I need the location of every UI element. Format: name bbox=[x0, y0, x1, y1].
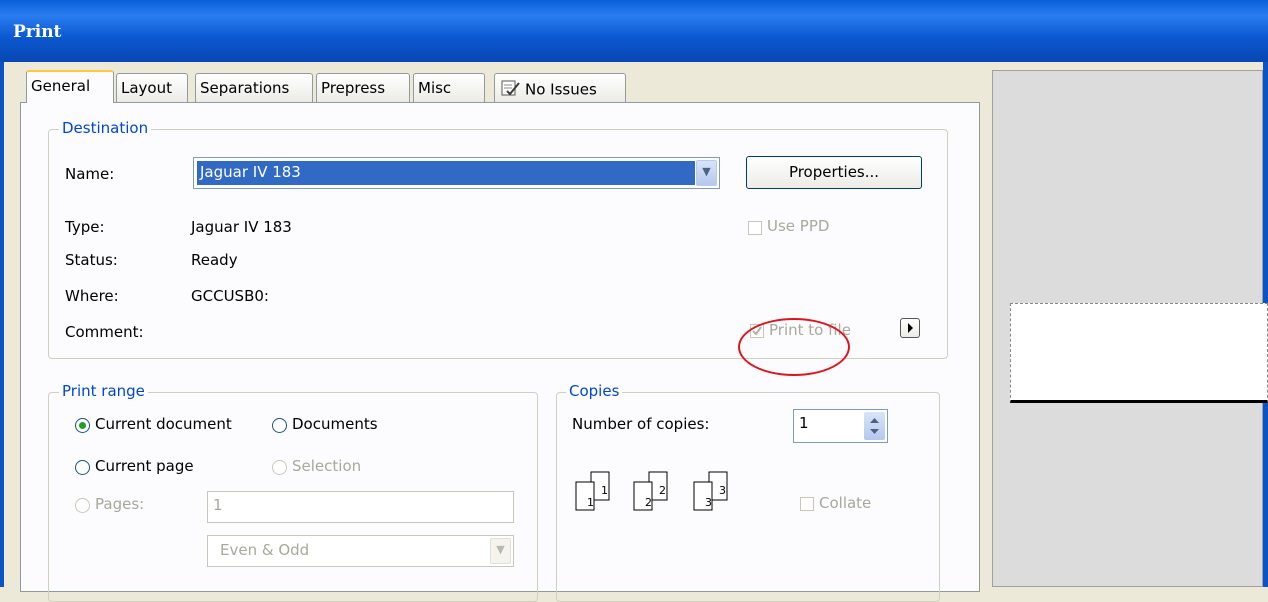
even-odd-value: Even & Odd bbox=[220, 541, 310, 559]
selection-radio[interactable] bbox=[272, 460, 287, 475]
status-value: Ready bbox=[191, 251, 238, 269]
collate-illustration-icon: 1 1 2 2 3 3 bbox=[573, 470, 753, 522]
status-label: Status: bbox=[65, 251, 118, 269]
preview-page bbox=[1010, 303, 1268, 403]
tab-general[interactable]: General bbox=[26, 70, 114, 103]
highlight-annotation-circle bbox=[738, 318, 850, 376]
print-to-file-options-button[interactable] bbox=[900, 318, 920, 338]
spin-updown-icon[interactable] bbox=[864, 412, 885, 440]
name-label: Name: bbox=[65, 165, 115, 183]
printer-name-value: Jaguar IV 183 bbox=[197, 161, 695, 185]
tab-prepress-label: Prepress bbox=[321, 79, 386, 97]
number-of-copies-input[interactable]: 1 bbox=[793, 409, 888, 443]
properties-button[interactable]: Properties... bbox=[746, 156, 922, 189]
title-bar[interactable]: Print bbox=[0, 0, 1268, 62]
tab-layout-label: Layout bbox=[121, 79, 172, 97]
number-of-copies-label: Number of copies: bbox=[572, 415, 710, 433]
tab-misc-label: Misc bbox=[418, 79, 452, 97]
pages-label: Pages: bbox=[95, 495, 145, 513]
documents-radio[interactable] bbox=[272, 418, 287, 433]
use-ppd-checkbox[interactable] bbox=[748, 221, 762, 235]
copies-group-label: Copies bbox=[566, 382, 623, 400]
tab-separations[interactable]: Separations bbox=[195, 73, 313, 102]
current-document-label: Current document bbox=[95, 415, 232, 433]
chevron-down-icon[interactable]: ▼ bbox=[490, 538, 511, 564]
current-page-label: Current page bbox=[95, 457, 194, 475]
window-frame-left bbox=[0, 62, 4, 587]
destination-group-label: Destination bbox=[59, 119, 152, 137]
even-odd-select[interactable]: Even & Odd ▼ bbox=[207, 535, 514, 567]
properties-button-label: Properties... bbox=[788, 163, 880, 181]
use-ppd-label: Use PPD bbox=[767, 217, 830, 235]
tab-no-issues[interactable]: No Issues bbox=[494, 73, 626, 102]
triangle-right-icon bbox=[908, 323, 913, 333]
tab-layout[interactable]: Layout bbox=[116, 73, 188, 102]
comment-label: Comment: bbox=[65, 323, 144, 341]
print-range-group-label: Print range bbox=[59, 382, 148, 400]
collate-page-label: 2 bbox=[659, 484, 666, 497]
number-of-copies-value: 1 bbox=[799, 414, 809, 432]
collate-page-label: 3 bbox=[705, 496, 712, 509]
tab-separations-label: Separations bbox=[200, 79, 290, 97]
collate-page-label: 3 bbox=[719, 484, 726, 497]
collate-label: Collate bbox=[819, 494, 872, 512]
printer-name-select[interactable]: Jaguar IV 183 ▼ bbox=[193, 157, 720, 189]
collate-page-label: 1 bbox=[601, 484, 608, 497]
chevron-down-icon[interactable]: ▼ bbox=[696, 160, 717, 186]
collate-page-label: 1 bbox=[587, 496, 594, 509]
selection-label: Selection bbox=[292, 457, 362, 475]
tab-prepress[interactable]: Prepress bbox=[316, 73, 410, 102]
preflight-check-icon bbox=[499, 79, 521, 101]
pages-input[interactable]: 1 bbox=[207, 491, 514, 523]
type-label: Type: bbox=[65, 218, 105, 236]
collate-page-label: 2 bbox=[645, 496, 652, 509]
current-page-radio[interactable] bbox=[75, 460, 90, 475]
radio-selected-dot bbox=[79, 422, 86, 429]
where-label: Where: bbox=[65, 287, 119, 305]
tab-misc[interactable]: Misc bbox=[413, 73, 485, 102]
current-document-radio[interactable] bbox=[75, 418, 90, 433]
pages-input-value: 1 bbox=[213, 496, 223, 514]
documents-label: Documents bbox=[292, 415, 378, 433]
pages-radio[interactable] bbox=[75, 498, 90, 513]
type-value: Jaguar IV 183 bbox=[191, 218, 292, 236]
collate-checkbox[interactable] bbox=[800, 497, 814, 511]
tab-general-label: General bbox=[31, 77, 91, 95]
window-title: Print bbox=[13, 22, 62, 42]
tab-no-issues-label: No Issues bbox=[525, 80, 597, 99]
where-value: GCCUSB0: bbox=[191, 287, 269, 305]
